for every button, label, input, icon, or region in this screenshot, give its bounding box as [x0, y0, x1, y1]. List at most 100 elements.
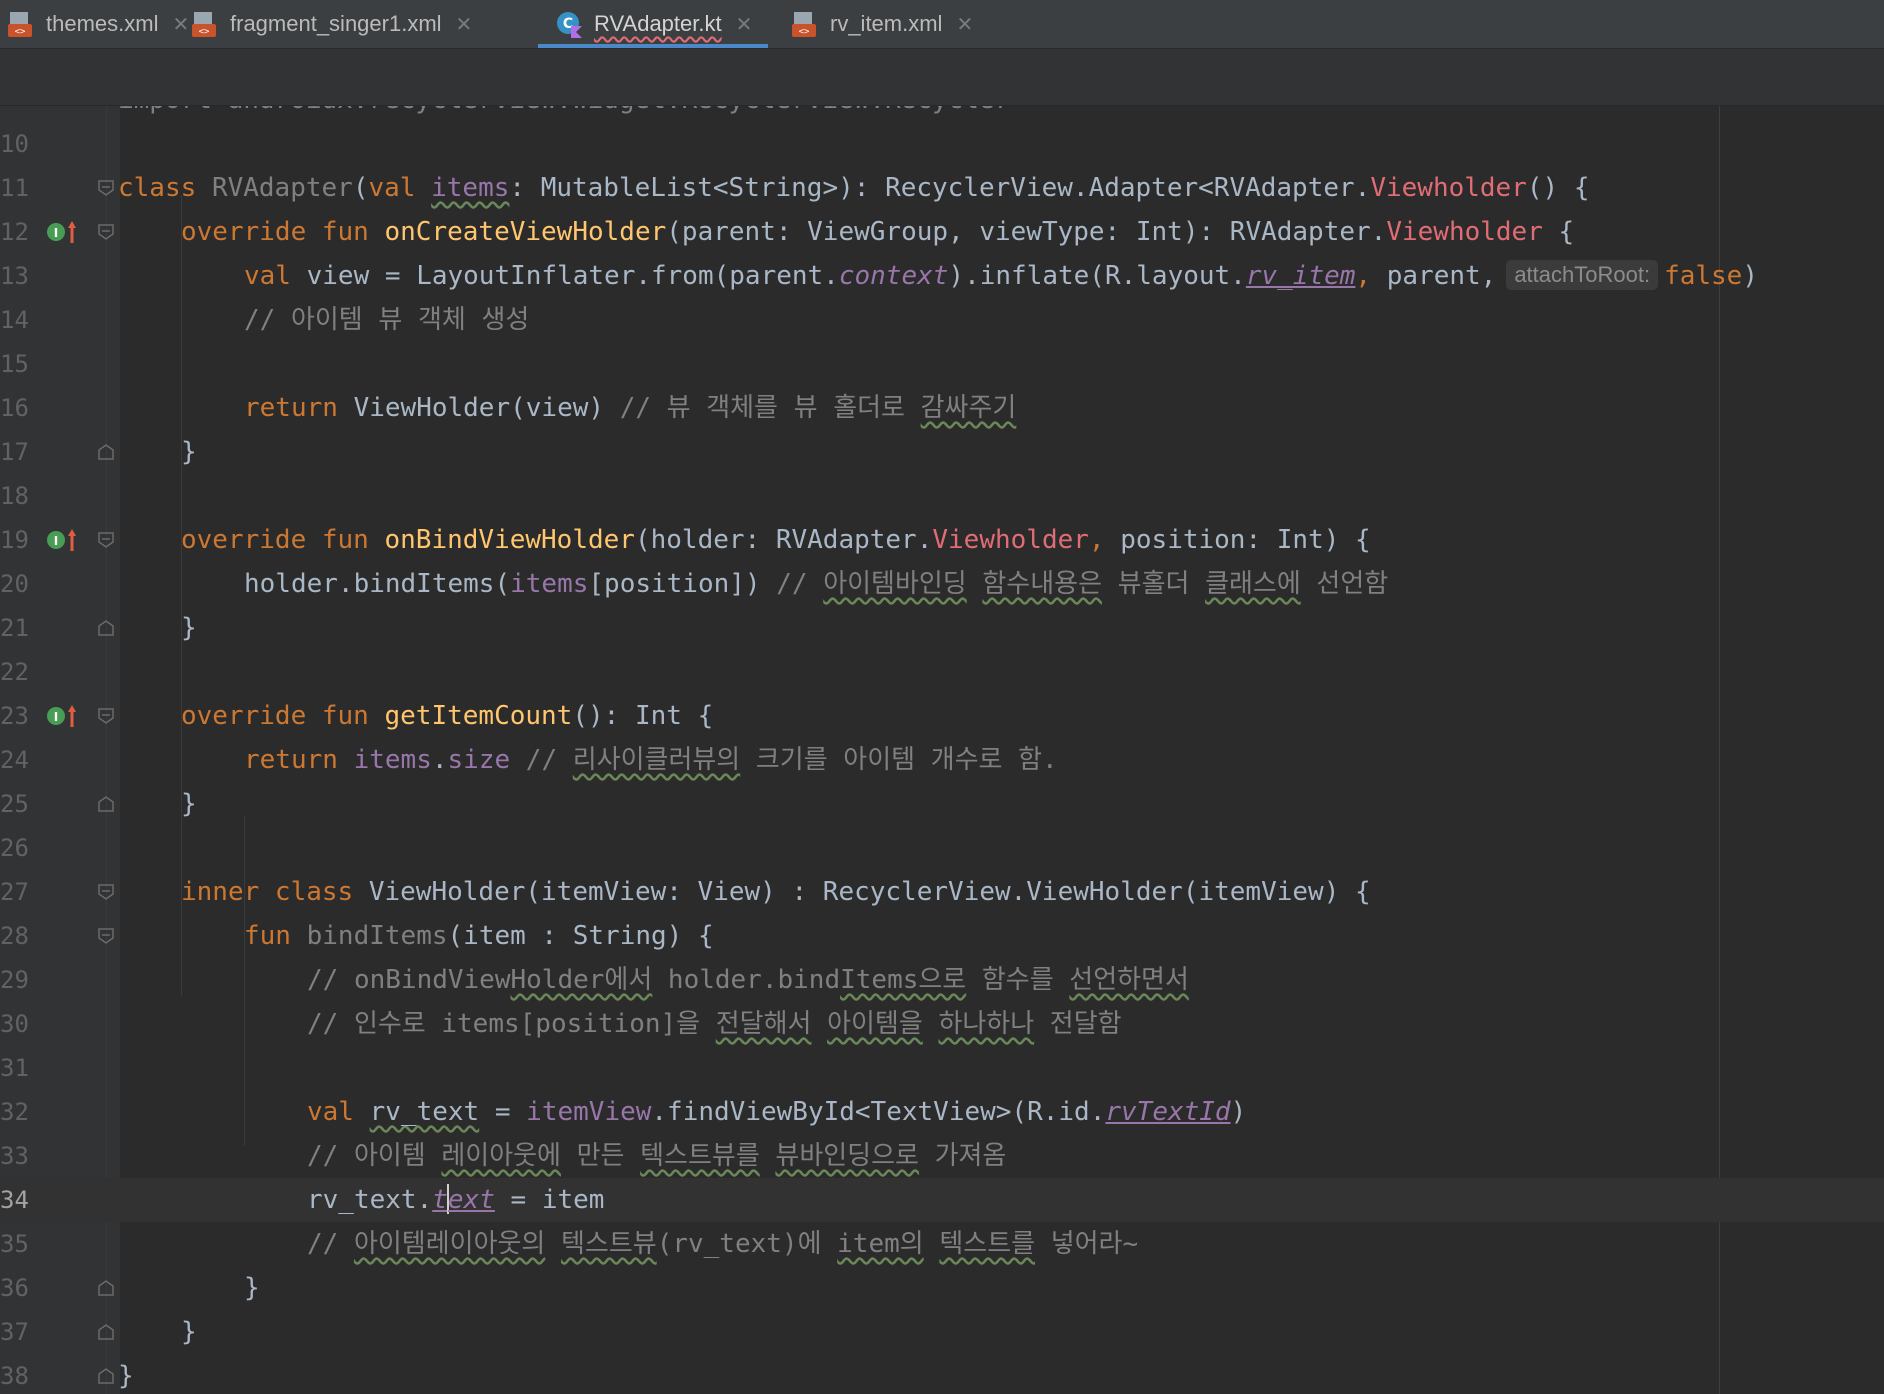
- code-text: }: [181, 1317, 197, 1347]
- override-implements-icon[interactable]: I: [46, 525, 80, 555]
- fold-end-icon[interactable]: [97, 1279, 115, 1297]
- tab-label: fragment_singer1.xml: [230, 11, 442, 36]
- close-tab-icon[interactable]: ✕: [736, 12, 753, 37]
- line-number: 26: [0, 834, 29, 862]
- code-line: 30 // 인수로 items[position]을 전달해서 아이템을 하나하…: [0, 1002, 1884, 1046]
- line-number: 22: [0, 658, 29, 686]
- tab-rvadapter-kt[interactable]: C RVAdapter.kt ✕: [538, 0, 769, 48]
- code-text: }: [181, 437, 197, 467]
- line-number: 32: [0, 1098, 29, 1126]
- code-text: val view = LayoutInflater.from(parent.co…: [244, 260, 1758, 291]
- code-editor[interactable]: import androidx.recyclerview.widget.Recy…: [0, 106, 1884, 1394]
- svg-text:I: I: [54, 534, 58, 548]
- code-line: 29 // onBindViewHolder에서 holder.bindItem…: [0, 958, 1884, 1002]
- code-line: 15: [0, 342, 1884, 386]
- code-text: return ViewHolder(view) // 뷰 객체를 뷰 홀더로 감…: [244, 393, 1017, 423]
- code-line: 10: [0, 122, 1884, 166]
- code-text: val rv_text = itemView.findViewById<Text…: [307, 1097, 1247, 1127]
- line-number: 21: [0, 614, 29, 642]
- line-number: 37: [0, 1318, 29, 1346]
- line-number: 16: [0, 394, 29, 422]
- code-line: 37 }: [0, 1310, 1884, 1354]
- code-line: 26: [0, 826, 1884, 870]
- code-line: 20 holder.bindItems(items[position]) // …: [0, 562, 1884, 606]
- line-number: 20: [0, 570, 29, 598]
- line-number: 12: [0, 218, 29, 246]
- fold-collapse-icon[interactable]: [97, 531, 115, 549]
- line-number: 34: [0, 1186, 29, 1214]
- override-implements-icon[interactable]: I: [46, 701, 80, 731]
- line-number: 13: [0, 262, 29, 290]
- comment-text: // 인수로 items[position]을 전달해서 아이템을 하나하나 전…: [307, 1009, 1122, 1039]
- code-text: }: [118, 1361, 134, 1391]
- fold-collapse-icon[interactable]: [97, 223, 115, 241]
- code-line: 19 I override fun onBindViewHolder(holde…: [0, 518, 1884, 562]
- code-text: class RVAdapter(val items: MutableList<S…: [118, 173, 1590, 203]
- code-text: }: [244, 1273, 260, 1303]
- line-number: 35: [0, 1230, 29, 1258]
- code-text: inner class ViewHolder(itemView: View) :…: [181, 877, 1371, 907]
- kotlin-class-icon: C: [554, 9, 584, 39]
- code-line: 38 }: [0, 1354, 1884, 1394]
- svg-text:<>: <>: [15, 27, 26, 37]
- code-line: 33 // 아이템 레이아웃에 만든 텍스트뷰를 뷰바인딩으로 가져옴: [0, 1134, 1884, 1178]
- code-line: 11 class RVAdapter(val items: MutableLis…: [0, 166, 1884, 210]
- fold-end-icon[interactable]: [97, 795, 115, 813]
- comment-text: // 아이템레이아웃의 텍스트뷰(rv_text)에 item의 텍스트를 넣어…: [307, 1229, 1139, 1259]
- code-line: 21 }: [0, 606, 1884, 650]
- line-number: 38: [0, 1362, 29, 1390]
- fold-collapse-icon[interactable]: [97, 883, 115, 901]
- code-line: 22: [0, 650, 1884, 694]
- code-line: 14 // 아이템 뷰 객체 생성: [0, 298, 1884, 342]
- code-line: 31: [0, 1046, 1884, 1090]
- code-line: import androidx.recyclerview.widget.Recy…: [0, 106, 1884, 122]
- line-number: 18: [0, 482, 29, 510]
- line-number: 14: [0, 306, 29, 334]
- code-line: 25 }: [0, 782, 1884, 826]
- tab-label: rv_item.xml: [830, 11, 943, 36]
- code-text: }: [181, 613, 197, 643]
- line-number: 33: [0, 1142, 29, 1170]
- close-tab-icon[interactable]: ✕: [956, 12, 973, 37]
- line-number: 10: [0, 130, 29, 158]
- fold-end-icon[interactable]: [97, 443, 115, 461]
- code-text: fun bindItems(item : String) {: [244, 921, 714, 951]
- line-number: 11: [0, 174, 29, 202]
- code-line: 16 return ViewHolder(view) // 뷰 객체를 뷰 홀더…: [0, 386, 1884, 430]
- code-line: 17 }: [0, 430, 1884, 474]
- line-number: 28: [0, 922, 29, 950]
- code-line: 28 fun bindItems(item : String) {: [0, 914, 1884, 958]
- partial-import-line: import androidx.recyclerview.widget.Recy…: [118, 106, 1010, 122]
- tab-themes-xml[interactable]: <> themes.xml ✕: [6, 0, 189, 48]
- tab-fragment-singer1-xml[interactable]: <> fragment_singer1.xml ✕: [190, 0, 472, 48]
- line-number: 23: [0, 702, 29, 730]
- code-text: override fun onCreateViewHolder(parent: …: [181, 217, 1575, 247]
- tab-rv-item-xml[interactable]: <> rv_item.xml ✕: [790, 0, 973, 48]
- fold-collapse-icon[interactable]: [97, 179, 115, 197]
- fold-collapse-icon[interactable]: [97, 927, 115, 945]
- fold-end-icon[interactable]: [97, 1367, 115, 1385]
- line-number: 19: [0, 526, 29, 554]
- line-number: 30: [0, 1010, 29, 1038]
- close-tab-icon[interactable]: ✕: [456, 12, 473, 37]
- close-tab-icon[interactable]: ✕: [172, 12, 189, 37]
- code-text: rv_text.text = item: [307, 1184, 605, 1215]
- line-number: 31: [0, 1054, 29, 1082]
- svg-text:I: I: [54, 710, 58, 724]
- fold-end-icon[interactable]: [97, 619, 115, 637]
- override-implements-icon[interactable]: I: [46, 217, 80, 247]
- code-text: return items.size // 리사이클러뷰의 크기를 아이템 개수로…: [244, 745, 1058, 775]
- line-number: 25: [0, 790, 29, 818]
- svg-text:<>: <>: [199, 27, 210, 37]
- code-line: 23 I override fun getItemCount(): Int {: [0, 694, 1884, 738]
- fold-end-icon[interactable]: [97, 1323, 115, 1341]
- code-line: 18: [0, 474, 1884, 518]
- xml-file-icon: <>: [6, 9, 36, 39]
- tab-label: RVAdapter.kt: [594, 11, 722, 36]
- code-line: 36 }: [0, 1266, 1884, 1310]
- code-line: 27 inner class ViewHolder(itemView: View…: [0, 870, 1884, 914]
- code-text: holder.bindItems(items[position]) // 아이템…: [244, 569, 1389, 599]
- code-line-current: 34 rv_text.text = item: [0, 1178, 1884, 1222]
- fold-collapse-icon[interactable]: [97, 707, 115, 725]
- svg-text:I: I: [54, 226, 58, 240]
